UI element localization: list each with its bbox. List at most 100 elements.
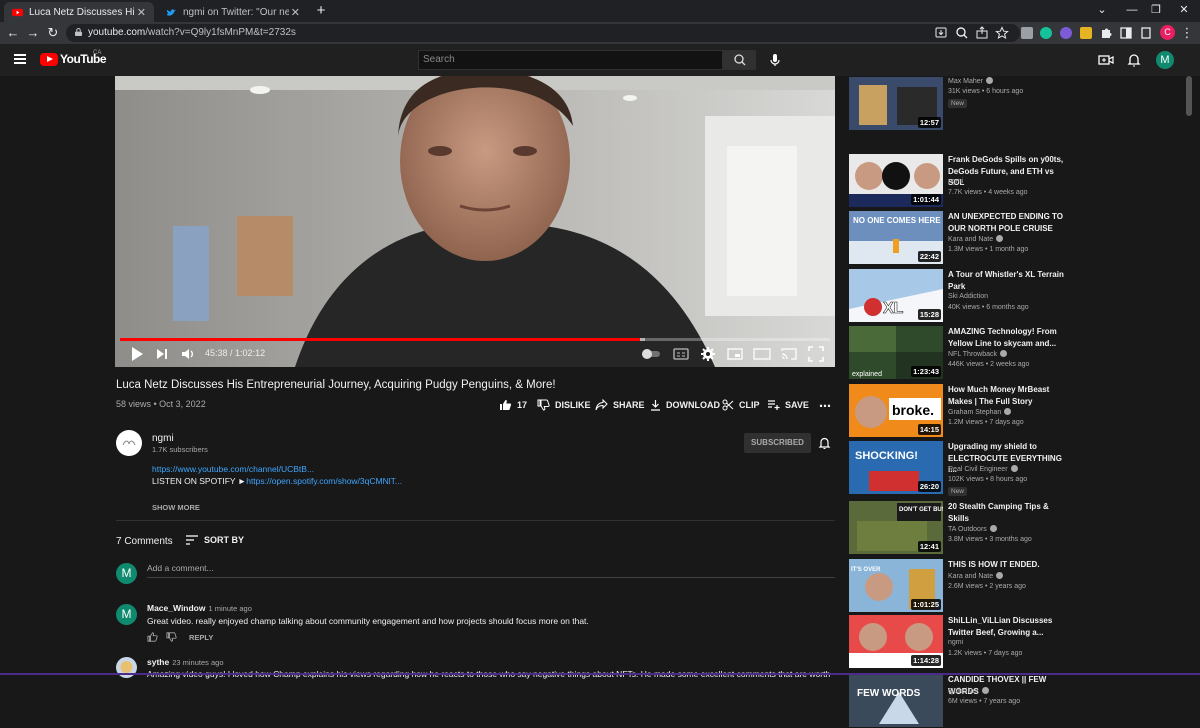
profile-avatar[interactable]: C bbox=[1160, 25, 1175, 40]
save-button[interactable]: SAVE bbox=[767, 399, 809, 411]
search-button[interactable] bbox=[722, 50, 756, 70]
grammarly-icon[interactable] bbox=[1040, 27, 1052, 39]
video-thumbnail[interactable]: explained 1:23:43 bbox=[849, 326, 943, 379]
video-thumbnail[interactable]: 1:14:28 bbox=[849, 615, 943, 668]
account-avatar[interactable]: M bbox=[1156, 51, 1174, 69]
video-thumbnail[interactable]: XL 15:28 bbox=[849, 269, 943, 322]
scrollbar[interactable] bbox=[1186, 76, 1192, 675]
theater-mode-icon[interactable] bbox=[753, 346, 771, 362]
comment-author[interactable]: sythe 23 minutes ago bbox=[147, 657, 224, 667]
video-title[interactable]: 20 Stealth Camping Tips & Skills bbox=[948, 501, 1068, 524]
share-button[interactable]: SHARE bbox=[595, 399, 645, 411]
channel-name[interactable]: Max Maher bbox=[948, 77, 994, 85]
channel-name[interactable]: Kara and Nate bbox=[948, 235, 1004, 243]
thumbs-down-icon[interactable] bbox=[166, 632, 177, 642]
address-bar[interactable]: youtube.com/watch?v=Q9ly1fsMnPM&t=2732s bbox=[66, 24, 1020, 42]
share-page-icon[interactable] bbox=[975, 26, 989, 40]
video-thumbnail[interactable]: broke. 14:15 bbox=[849, 384, 943, 437]
video-player[interactable] bbox=[115, 76, 835, 367]
miniplayer-icon[interactable] bbox=[727, 346, 743, 362]
microphone-icon[interactable] bbox=[765, 50, 785, 70]
next-video-icon[interactable] bbox=[155, 346, 169, 362]
tab-twitter[interactable]: ngmi on Twitter: "Our newest ep ✕ bbox=[158, 2, 308, 22]
recommended-video[interactable]: 12:57 Max Maher 31K views • 6 hours ago New bbox=[849, 77, 1179, 131]
dislike-button[interactable]: DISLIKE bbox=[537, 399, 591, 411]
browser-menu-icon[interactable]: ⋮ bbox=[1178, 24, 1196, 42]
video-title[interactable]: Frank DeGods Spills on y00ts, DeGods Fut… bbox=[948, 154, 1068, 189]
search-input[interactable]: Search bbox=[418, 50, 723, 70]
back-icon[interactable]: ← bbox=[4, 24, 22, 42]
channel-name[interactable]: TA Outdoors bbox=[948, 525, 997, 533]
scrollbar-thumb[interactable] bbox=[1186, 76, 1192, 116]
spotify-link[interactable]: https://open.spotify.com/show/3qCMNlT... bbox=[246, 476, 402, 486]
channel-name[interactable]: Graham Stephan bbox=[948, 408, 1012, 416]
video-title[interactable]: A Tour of Whistler's XL Terrain Park bbox=[948, 269, 1068, 292]
video-title[interactable]: How Much Money MrBeast Makes | The Full … bbox=[948, 384, 1068, 407]
recommended-video[interactable]: DON'T GET BUSTED! 12:41 20 Stealth Camping… bbox=[849, 501, 1179, 555]
video-thumbnail[interactable]: 12:57 bbox=[849, 77, 943, 130]
video-title[interactable]: THIS IS HOW IT ENDED. bbox=[948, 559, 1068, 571]
close-window-icon[interactable]: ✕ bbox=[1168, 2, 1200, 18]
thumbs-up-icon[interactable] bbox=[147, 632, 158, 642]
download-button[interactable]: DOWNLOAD bbox=[650, 399, 720, 411]
channel-name[interactable]: Quiksilver bbox=[948, 686, 989, 695]
channel-name[interactable]: Ski Addiction bbox=[948, 293, 988, 300]
commenter-avatar[interactable]: M bbox=[116, 604, 137, 625]
forward-icon[interactable]: → bbox=[24, 24, 42, 42]
recommended-video[interactable]: XL 15:28 A Tour of Whistler's XL Terrain P… bbox=[849, 269, 1179, 323]
tab-youtube[interactable]: Luca Netz Discusses His Entrepre ✕ bbox=[4, 2, 154, 22]
channel-name[interactable]: ngmi bbox=[948, 178, 963, 185]
extension-icon[interactable] bbox=[1060, 27, 1072, 39]
channel-name[interactable]: Kara and Nate bbox=[948, 571, 1004, 580]
reply-button[interactable]: REPLY bbox=[189, 633, 213, 642]
video-thumbnail[interactable]: SHOCKING! 26:20 bbox=[849, 441, 943, 494]
channel-name[interactable]: Real Civil Engineer bbox=[948, 465, 1018, 473]
video-title[interactable]: AMAZING Technology! From Yellow Line to … bbox=[948, 326, 1068, 349]
channel-name[interactable]: ngmi bbox=[948, 639, 963, 646]
notifications-bell-icon[interactable] bbox=[1126, 52, 1142, 68]
cast-icon[interactable] bbox=[781, 346, 797, 362]
video-title[interactable]: AN UNEXPECTED ENDING TO OUR NORTH POLE C… bbox=[948, 211, 1068, 234]
channel-name[interactable]: ngmi bbox=[152, 433, 174, 444]
recommended-video[interactable]: FEW WORDS CANDIDE THOVEX || FEW WORDS Quik… bbox=[849, 674, 1179, 728]
notification-bell-icon[interactable] bbox=[818, 436, 831, 450]
video-thumbnail[interactable]: DON'T GET BUSTED! 12:41 bbox=[849, 501, 943, 554]
recommended-video[interactable]: explained 1:23:43 AMAZING Technology! From… bbox=[849, 326, 1179, 380]
new-tab-button[interactable]: + bbox=[312, 2, 330, 20]
play-icon[interactable] bbox=[130, 346, 144, 362]
create-video-icon[interactable] bbox=[1098, 52, 1114, 68]
menu-icon[interactable] bbox=[14, 54, 26, 64]
bookmark-star-icon[interactable] bbox=[995, 26, 1009, 40]
puzzle-icon[interactable] bbox=[1099, 26, 1113, 40]
like-button[interactable]: 17 bbox=[499, 399, 527, 411]
video-title[interactable]: ShiLLin_ViLLian Discusses Twitter Beef, … bbox=[948, 615, 1068, 638]
close-tab-icon[interactable]: ✕ bbox=[137, 6, 146, 19]
extension-icon[interactable] bbox=[1080, 27, 1092, 39]
recommended-video[interactable]: NO ONE COMES HERE 22:42 AN UNEXPECTED ENDI… bbox=[849, 211, 1179, 265]
clip-button[interactable]: CLIP bbox=[722, 399, 760, 411]
video-progress-bar[interactable] bbox=[120, 338, 830, 341]
extension-icon[interactable] bbox=[1021, 27, 1033, 39]
close-tab-icon[interactable]: ✕ bbox=[291, 6, 300, 19]
recommended-video[interactable]: 1:14:28 ShiLLin_ViLLian Discusses Twitter… bbox=[849, 615, 1179, 669]
video-thumbnail[interactable]: NO ONE COMES HERE 22:42 bbox=[849, 211, 943, 264]
tab-search-icon[interactable]: ⌄ bbox=[1086, 2, 1118, 18]
video-thumbnail[interactable]: 1:01:44 bbox=[849, 154, 943, 207]
sort-by-button[interactable]: SORT BY bbox=[186, 535, 244, 545]
channel-avatar[interactable] bbox=[116, 430, 142, 456]
fullscreen-icon[interactable] bbox=[808, 346, 824, 362]
reload-icon[interactable]: ↻ bbox=[44, 24, 62, 42]
recommended-video[interactable]: broke. 14:15 How Much Money MrBeast Makes … bbox=[849, 384, 1179, 438]
video-thumbnail[interactable]: IT'S OVER 1:01:25 bbox=[849, 559, 943, 612]
channel-link[interactable]: https://www.youtube.com/channel/UCBtB... bbox=[152, 464, 314, 474]
recommended-video[interactable]: 1:01:44 Frank DeGods Spills on y00ts, DeG… bbox=[849, 154, 1179, 208]
install-app-icon[interactable] bbox=[934, 26, 948, 40]
recommended-video[interactable]: IT'S OVER 1:01:25 THIS IS HOW IT ENDED. Kar… bbox=[849, 559, 1179, 613]
zoom-icon[interactable] bbox=[955, 26, 969, 40]
sidebar-panel-icon[interactable] bbox=[1119, 26, 1133, 40]
subscribed-button[interactable]: SUBSCRIBED bbox=[744, 433, 811, 453]
reading-list-icon[interactable] bbox=[1139, 26, 1153, 40]
add-comment-input[interactable]: Add a comment... bbox=[147, 563, 214, 573]
recommended-video[interactable]: SHOCKING! 26:20 Upgrading my shield to ELE… bbox=[849, 441, 1179, 496]
volume-icon[interactable] bbox=[180, 346, 196, 362]
